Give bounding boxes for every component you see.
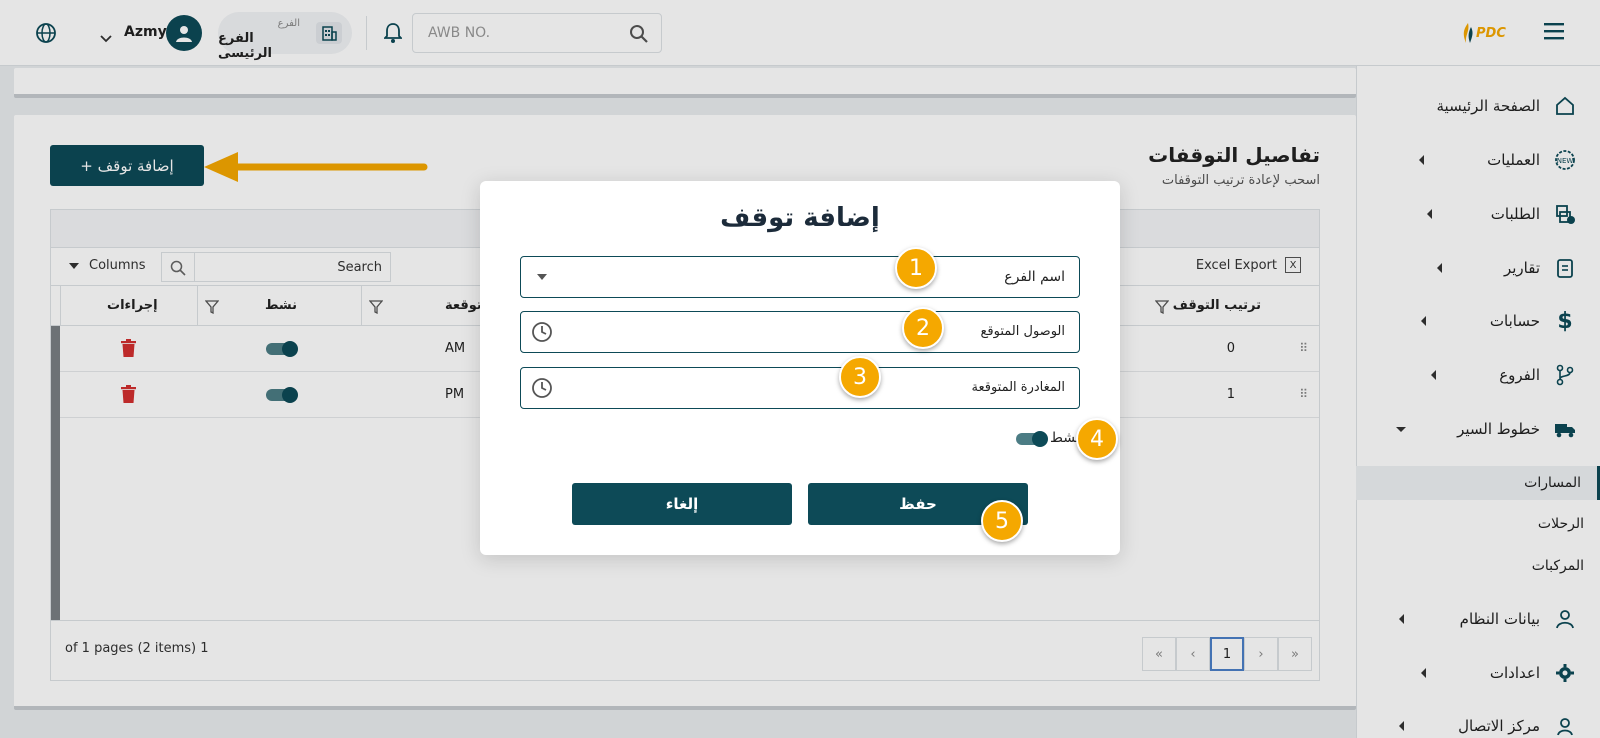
branch-name-label: اسم الفرع	[1004, 269, 1065, 285]
annotation-badge-4: 4	[1076, 418, 1118, 460]
annotation-badge-1: 1	[895, 247, 937, 289]
active-toggle[interactable]	[1016, 431, 1048, 447]
branch-name-select[interactable]: اسم الفرع	[520, 256, 1080, 298]
caret-down-icon	[537, 274, 547, 280]
annotation-badge-3: 3	[839, 356, 881, 398]
expected-departure-input[interactable]: المغادرة المتوقعة	[520, 367, 1080, 409]
expected-arrival-label: الوصول المتوقع	[980, 324, 1065, 339]
expected-arrival-input[interactable]: الوصول المتوقع	[520, 311, 1080, 353]
add-stop-dialog: إضافة توقف اسم الفرع الوصول المتوقع المغ…	[480, 181, 1120, 555]
clock-icon[interactable]	[531, 377, 553, 403]
expected-departure-label: المغادرة المتوقعة	[971, 380, 1065, 395]
clock-icon[interactable]	[531, 321, 553, 347]
annotation-badge-5: 5	[981, 500, 1023, 542]
annotation-badge-2: 2	[902, 307, 944, 349]
dialog-title: إضافة توقف	[720, 203, 880, 233]
cancel-button[interactable]: إلغاء	[572, 483, 792, 525]
